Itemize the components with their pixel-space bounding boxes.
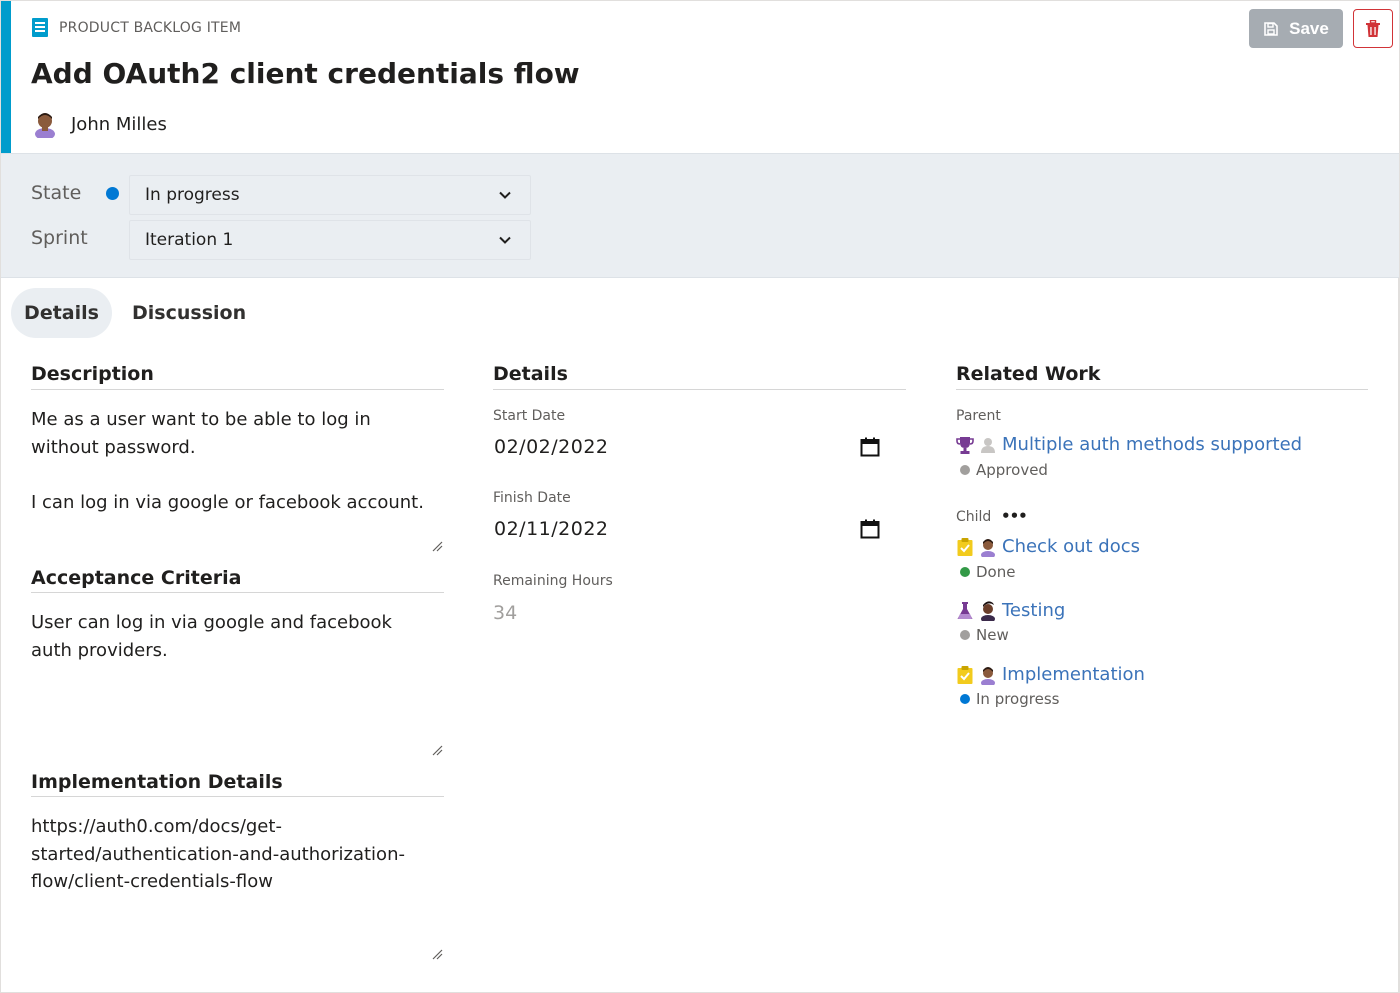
- acceptance-criteria-title: Acceptance Criteria: [31, 567, 242, 589]
- task-icon: [957, 537, 973, 556]
- resize-handle-icon[interactable]: [431, 540, 443, 552]
- implementation-details-field[interactable]: https://auth0.com/docs/get- started/auth…: [31, 813, 444, 960]
- calendar-icon[interactable]: [860, 437, 880, 457]
- resize-handle-icon[interactable]: [431, 744, 443, 756]
- description-line: [31, 461, 444, 489]
- state-dropdown[interactable]: In progress: [129, 175, 531, 215]
- status-dot: [960, 465, 970, 475]
- task-icon: [957, 665, 973, 684]
- trash-icon: [1366, 19, 1380, 37]
- acceptance-criteria-field[interactable]: User can log in via google and facebook …: [31, 609, 444, 756]
- description-title: Description: [31, 363, 154, 385]
- description-field[interactable]: Me as a user want to be able to log in w…: [31, 406, 444, 553]
- trophy-icon: [956, 436, 974, 454]
- implementation-line: flow/client-credentials-flow: [31, 871, 273, 892]
- child-item[interactable]: Testing: [956, 600, 1065, 621]
- state-indicator-dot: [106, 187, 119, 200]
- description-line: Me as a user want to be able to log in: [31, 409, 371, 430]
- chevron-down-icon: [499, 191, 511, 199]
- assignee-name: John Milles: [71, 113, 167, 135]
- divider: [493, 389, 906, 390]
- divider: [31, 796, 444, 797]
- start-date-input[interactable]: 02/02/2022: [494, 436, 609, 458]
- page-title[interactable]: Add OAuth2 client credentials flow: [31, 57, 580, 90]
- implementation-line: https://auth0.com/docs/get-: [31, 816, 282, 837]
- finish-date-label: Finish Date: [493, 490, 571, 506]
- save-icon: [1264, 21, 1278, 36]
- child-link[interactable]: Testing: [1002, 600, 1065, 621]
- status-dot: [960, 694, 970, 704]
- sprint-dropdown[interactable]: Iteration 1: [129, 220, 531, 260]
- remaining-hours-label: Remaining Hours: [493, 573, 613, 589]
- unassigned-avatar-icon: [981, 437, 995, 453]
- sprint-label: Sprint: [31, 227, 88, 249]
- avatar-icon: [35, 113, 55, 138]
- backlog-item-icon: [32, 18, 48, 37]
- avatar-icon: [981, 538, 995, 557]
- child-link[interactable]: Implementation: [1002, 664, 1145, 685]
- tab-discussion[interactable]: Discussion: [132, 288, 246, 338]
- description-line: without password.: [31, 436, 196, 458]
- work-item-form: PRODUCT BACKLOG ITEM Add OAuth2 client c…: [0, 0, 1400, 993]
- child-label: Child: [956, 509, 992, 525]
- assignee[interactable]: John Milles: [33, 110, 167, 138]
- start-date-label: Start Date: [493, 408, 566, 424]
- sprint-value: Iteration 1: [145, 230, 234, 250]
- state-label: State: [31, 182, 82, 204]
- implementation-details-title: Implementation Details: [31, 771, 283, 793]
- save-label: Save: [1289, 18, 1329, 38]
- acceptance-line: User can log in via google and facebook: [31, 612, 392, 633]
- state-sprint-panel: State In progress Sprint Iteration 1: [1, 153, 1399, 278]
- child-status-label: In progress: [976, 690, 1060, 708]
- item-type: PRODUCT BACKLOG ITEM: [32, 18, 241, 37]
- state-value: In progress: [145, 185, 240, 205]
- calendar-icon[interactable]: [860, 519, 880, 539]
- divider: [31, 389, 444, 390]
- related-work-title: Related Work: [956, 363, 1101, 385]
- finish-date-input[interactable]: 02/11/2022: [494, 518, 609, 540]
- implementation-line: started/authentication-and-authorization…: [31, 843, 405, 865]
- divider: [31, 592, 444, 593]
- child-item[interactable]: Check out docs: [956, 536, 1140, 557]
- child-link[interactable]: Check out docs: [1002, 536, 1140, 557]
- save-button[interactable]: Save: [1249, 9, 1343, 48]
- child-status-label: Done: [976, 563, 1016, 581]
- header: PRODUCT BACKLOG ITEM Add OAuth2 client c…: [1, 1, 1399, 153]
- child-item[interactable]: Implementation: [956, 664, 1145, 685]
- resize-handle-icon[interactable]: [431, 948, 443, 960]
- parent-status: Approved: [960, 461, 1048, 479]
- parent-label: Parent: [956, 408, 1001, 424]
- avatar-icon: [981, 600, 995, 621]
- more-options-icon[interactable]: •••: [1001, 507, 1028, 525]
- parent-item[interactable]: Multiple auth methods supported: [956, 434, 1302, 455]
- description-line: I can log in via google or facebook acco…: [31, 491, 424, 513]
- child-status: New: [960, 626, 1009, 644]
- divider: [956, 389, 1368, 390]
- chevron-down-icon: [499, 236, 511, 244]
- child-status: Done: [960, 563, 1015, 581]
- type-color-bar: [1, 1, 11, 153]
- test-flask-icon: [957, 601, 973, 619]
- status-dot: [960, 630, 970, 640]
- delete-button[interactable]: [1353, 9, 1393, 48]
- parent-status-label: Approved: [976, 461, 1048, 479]
- avatar-icon: [981, 666, 995, 685]
- child-status: In progress: [960, 690, 1059, 708]
- acceptance-line: auth providers.: [31, 639, 168, 661]
- child-status-label: New: [976, 626, 1009, 644]
- tab-details[interactable]: Details: [11, 288, 112, 338]
- details-title: Details: [493, 363, 568, 385]
- remaining-hours-input[interactable]: 34: [493, 602, 517, 624]
- item-type-label: PRODUCT BACKLOG ITEM: [59, 19, 242, 36]
- status-dot: [960, 567, 970, 577]
- parent-link[interactable]: Multiple auth methods supported: [1002, 434, 1302, 455]
